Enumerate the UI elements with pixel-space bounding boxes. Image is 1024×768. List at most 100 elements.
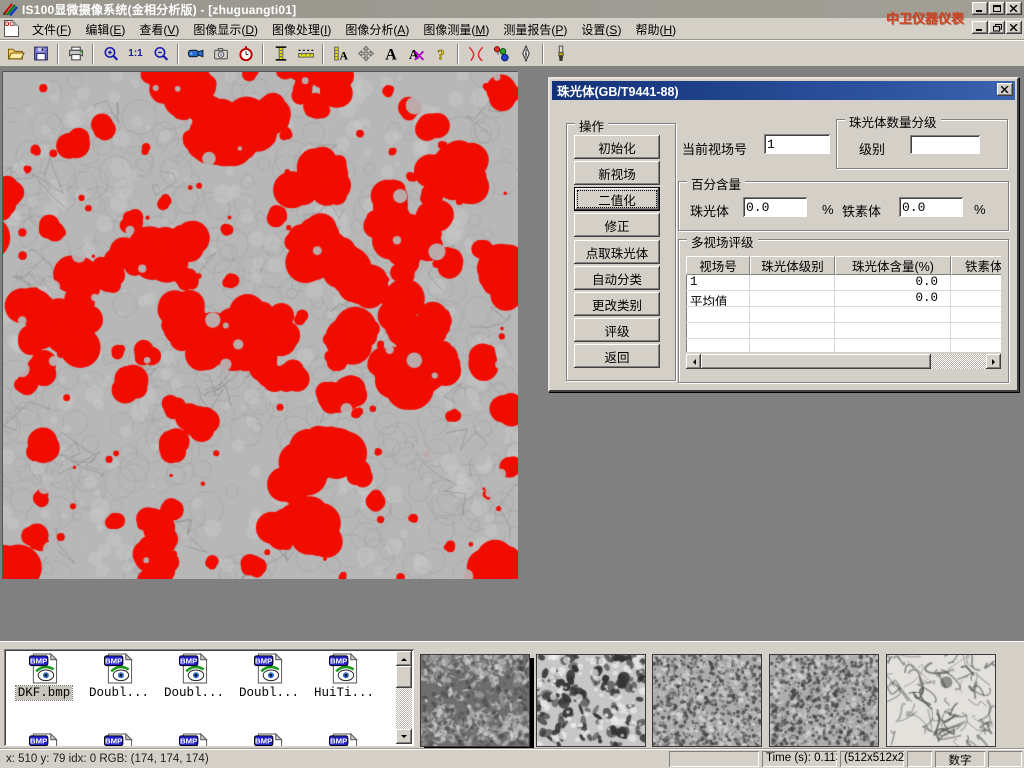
table-row-0[interactable]: 10.0 — [686, 275, 1001, 291]
thumbnail-4[interactable] — [886, 654, 996, 747]
print-icon[interactable] — [63, 42, 88, 65]
toolbar-separator — [262, 44, 264, 64]
table-cell: 0.0 — [835, 275, 951, 290]
op-button-2[interactable]: 二值化 — [574, 187, 660, 211]
op-button-1[interactable]: 新视场 — [574, 161, 660, 185]
brush-icon[interactable] — [548, 42, 573, 65]
op-button-4[interactable]: 点取珠光体 — [574, 240, 660, 264]
document-icon: DOC — [4, 20, 19, 37]
op-button-5[interactable]: 自动分类 — [574, 266, 660, 290]
current-field-input[interactable] — [764, 134, 830, 154]
measure-line-icon[interactable] — [293, 42, 318, 65]
menu-item-1[interactable]: 编辑(E) — [78, 19, 132, 38]
table-cell — [686, 323, 750, 338]
app-icon — [2, 2, 18, 16]
close-button[interactable] — [1006, 2, 1022, 15]
move-icon[interactable] — [353, 42, 378, 65]
table-row-1[interactable]: 平均值0.0 — [686, 291, 1001, 307]
table-row-3[interactable] — [686, 323, 1001, 339]
scroll-down-button[interactable] — [396, 729, 412, 744]
mdi-minimize-button[interactable] — [972, 21, 988, 34]
table-header-0[interactable]: 视场号 — [686, 256, 750, 275]
count-markers-icon[interactable] — [488, 42, 513, 65]
pen-icon[interactable] — [513, 42, 538, 65]
menu-item-5[interactable]: 图像分析(A) — [338, 19, 416, 38]
table-cell: 平均值 — [686, 291, 750, 306]
svg-text:A: A — [339, 49, 348, 62]
dialog-close-button[interactable] — [997, 83, 1013, 96]
actual-size-icon[interactable]: 1:1 — [123, 42, 148, 65]
mdi-close-button[interactable] — [1006, 21, 1022, 34]
op-button-3[interactable]: 修正 — [574, 213, 660, 237]
menu-item-9[interactable]: 帮助(H) — [628, 19, 683, 38]
menu-item-4[interactable]: 图像处理(I) — [265, 19, 338, 38]
ferrite-unit: % — [974, 202, 986, 217]
table-header-1[interactable]: 珠光体级别 — [750, 256, 835, 275]
zoom-in-icon[interactable] — [98, 42, 123, 65]
thumbnail-2[interactable] — [652, 654, 762, 747]
rating-table[interactable]: 视场号珠光体级别珠光体含量(%)铁素体含量(%)10.0平均值0.0 — [686, 256, 1001, 352]
text-annotation-icon[interactable]: A — [378, 42, 403, 65]
file-item-partial-1[interactable]: BMP — [83, 733, 155, 746]
dialog-title-bar[interactable]: 珠光体(GB/T9441-88) — [552, 81, 1015, 100]
video-camera-icon[interactable] — [183, 42, 208, 65]
file-item-partial-0[interactable]: BMP — [8, 733, 80, 746]
snapshot-icon[interactable] — [208, 42, 233, 65]
vscroll-thumb[interactable] — [396, 666, 412, 688]
file-item-partial-2[interactable]: BMP — [158, 733, 230, 746]
scroll-up-button[interactable] — [396, 651, 412, 666]
menu-item-6[interactable]: 图像测量(M) — [416, 19, 496, 38]
thumbnail-1[interactable] — [536, 654, 646, 747]
menu-item-7[interactable]: 测量报告(P) — [496, 19, 574, 38]
file-name: Doubl... — [162, 686, 226, 700]
table-row-2[interactable] — [686, 307, 1001, 323]
scale-label-icon[interactable]: A — [328, 42, 353, 65]
micrograph-image[interactable] — [2, 71, 518, 579]
help-icon[interactable]: ? — [428, 42, 453, 65]
timer-icon[interactable] — [233, 42, 258, 65]
file-item-4[interactable]: BMPHuiTi... — [308, 653, 380, 700]
file-item-0[interactable]: BMPDKF.bmp — [8, 653, 80, 700]
mdi-restore-button[interactable] — [989, 21, 1005, 34]
bmp-file-icon: BMP — [27, 653, 61, 684]
window-title: IS100显微摄像系统(金相分析版) - [zhuguangti01] — [22, 1, 296, 18]
thumbnail-image — [887, 655, 995, 746]
hscroll-thumb[interactable] — [701, 354, 931, 369]
op-button-7[interactable]: 评级 — [574, 318, 660, 342]
file-item-partial-3[interactable]: BMP — [233, 733, 305, 746]
hscroll-track[interactable] — [931, 354, 986, 369]
level-label: 级别 — [859, 139, 885, 158]
file-item-3[interactable]: BMPDoubl... — [233, 653, 305, 700]
file-name: Doubl... — [87, 686, 151, 700]
maximize-button[interactable] — [989, 2, 1005, 15]
thumbnail-0[interactable] — [420, 654, 530, 747]
op-button-6[interactable]: 更改类别 — [574, 292, 660, 316]
table-row-4[interactable] — [686, 339, 1001, 352]
op-button-0[interactable]: 初始化 — [574, 135, 660, 159]
curve-tool-icon[interactable] — [463, 42, 488, 65]
menu-item-0[interactable]: 文件(F) — [25, 19, 78, 38]
table-cell — [750, 291, 835, 306]
ferrite-percent-input[interactable] — [899, 197, 963, 217]
zoom-out-icon[interactable] — [148, 42, 173, 65]
scroll-left-button[interactable] — [686, 354, 701, 369]
open-file-icon[interactable] — [3, 42, 28, 65]
menu-item-3[interactable]: 图像显示(D) — [186, 19, 265, 38]
op-button-8[interactable]: 返回 — [574, 344, 660, 368]
delete-annotation-icon[interactable]: A — [403, 42, 428, 65]
scroll-right-button[interactable] — [986, 354, 1001, 369]
menu-item-8[interactable]: 设置(S) — [574, 19, 628, 38]
menu-item-2[interactable]: 查看(V) — [132, 19, 186, 38]
minimize-button[interactable] — [972, 2, 988, 15]
thumbnail-3[interactable] — [769, 654, 879, 747]
table-header-3[interactable]: 铁素体含量(%) — [951, 256, 1001, 275]
level-input[interactable] — [910, 135, 980, 154]
save-icon[interactable] — [28, 42, 53, 65]
svg-text:BMP: BMP — [30, 737, 47, 746]
caliper-icon[interactable] — [268, 42, 293, 65]
file-item-2[interactable]: BMPDoubl... — [158, 653, 230, 700]
file-item-1[interactable]: BMPDoubl... — [83, 653, 155, 700]
table-header-2[interactable]: 珠光体含量(%) — [835, 256, 951, 275]
file-item-partial-4[interactable]: BMP — [308, 733, 380, 746]
pearlite-percent-input[interactable] — [743, 197, 807, 217]
